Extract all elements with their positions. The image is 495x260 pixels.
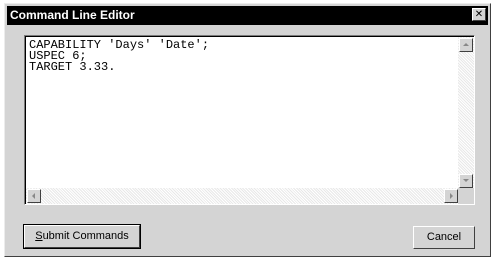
dialog-title: Command Line Editor bbox=[10, 8, 135, 22]
scroll-up-button[interactable] bbox=[459, 38, 473, 52]
arrow-up-icon bbox=[463, 43, 469, 46]
close-button[interactable]: ✕ bbox=[472, 8, 486, 21]
scroll-right-button[interactable] bbox=[444, 189, 458, 203]
cancel-button[interactable]: Cancel bbox=[413, 226, 475, 249]
arrow-left-icon bbox=[32, 193, 35, 199]
submit-label: ubmit Commands bbox=[42, 230, 129, 242]
command-editor-textarea[interactable]: CAPABILITY 'Days' 'Date'; USPEC 6; TARGE… bbox=[24, 35, 475, 205]
cancel-label: Cancel bbox=[426, 231, 462, 243]
scroll-left-button[interactable] bbox=[27, 189, 41, 203]
editor-frame: CAPABILITY 'Days' 'Date'; USPEC 6; TARGE… bbox=[25, 36, 474, 204]
title-bar: Command Line Editor ✕ bbox=[7, 6, 488, 25]
submit-commands-button[interactable]: Submit Commands bbox=[23, 224, 141, 249]
close-icon: ✕ bbox=[474, 9, 484, 20]
horizontal-scrollbar[interactable] bbox=[26, 188, 458, 204]
command-line-editor-dialog: Command Line Editor ✕ CAPABILITY 'Days' … bbox=[4, 3, 491, 257]
scroll-down-button[interactable] bbox=[459, 174, 473, 188]
arrow-down-icon bbox=[463, 179, 469, 182]
vertical-scrollbar[interactable] bbox=[458, 37, 474, 188]
arrow-right-icon bbox=[450, 193, 453, 199]
scrollbar-corner bbox=[458, 188, 474, 204]
command-text[interactable]: CAPABILITY 'Days' 'Date'; USPEC 6; TARGE… bbox=[29, 39, 454, 73]
submit-mnemonic: S bbox=[35, 230, 43, 242]
